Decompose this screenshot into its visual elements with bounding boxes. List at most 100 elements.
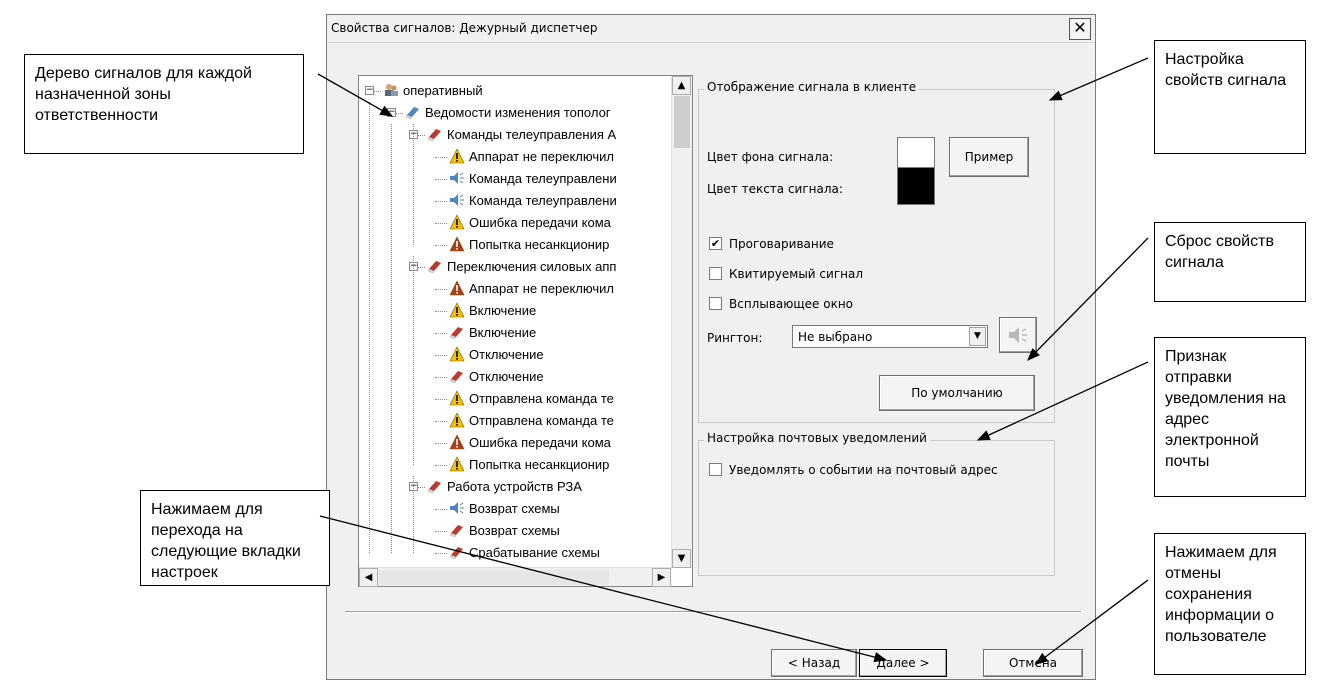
- ringtone-select[interactable]: Не выбрано ▼: [792, 325, 988, 348]
- tree-guide-line: [413, 256, 414, 465]
- display-settings-legend: Отображение сигнала в клиенте: [704, 80, 920, 94]
- chevron-down-icon[interactable]: ▼: [969, 327, 986, 346]
- popup-checkbox[interactable]: [709, 297, 722, 310]
- ack-checkbox[interactable]: [709, 267, 722, 280]
- text-color-label: Цвет текста сигнала:: [707, 182, 843, 196]
- tree-connector: [435, 289, 447, 290]
- collapse-icon[interactable]: −: [365, 86, 374, 95]
- eraser-icon: [405, 107, 419, 120]
- scroll-up-arrow-icon[interactable]: ▲: [672, 76, 691, 95]
- tree-guide-line: [413, 124, 414, 245]
- tree-item-label: Включение: [469, 303, 537, 318]
- tree-connector: [435, 245, 447, 246]
- bg-color-label: Цвет фона сигнала:: [707, 150, 834, 164]
- tree-item[interactable]: Включение: [449, 322, 536, 344]
- tree-connector: [435, 201, 447, 202]
- tree-item[interactable]: Отключение: [449, 366, 544, 388]
- tree-connector: [435, 157, 447, 158]
- tree-connector: [435, 465, 447, 466]
- warning-red-icon: [449, 434, 465, 450]
- tree-item[interactable]: Работа устройств РЗА: [427, 476, 582, 498]
- collapse-icon[interactable]: −: [387, 108, 396, 117]
- tree-item[interactable]: Включение: [449, 300, 536, 322]
- tree-item-label: оперативный: [403, 83, 483, 98]
- warning-yellow-icon: [449, 412, 465, 428]
- tree-connector: [435, 509, 447, 510]
- red-eraser-icon: [449, 547, 463, 560]
- tree-guide-line: [413, 476, 414, 553]
- speaker-icon: [450, 194, 464, 206]
- tree-connector: [435, 399, 447, 400]
- tree-item[interactable]: Ошибка передачи кома: [449, 432, 611, 454]
- callout-reset: Сброс свойств сигнала: [1154, 222, 1306, 302]
- tree-item[interactable]: Попытка несанкционир: [449, 454, 609, 476]
- ringtone-label: Рингтон:: [707, 331, 763, 345]
- tree-connector: [435, 377, 447, 378]
- speak-checkbox[interactable]: ✔: [709, 237, 722, 250]
- scroll-right-arrow-icon[interactable]: ▶: [652, 568, 671, 587]
- tree-connector: [435, 355, 447, 356]
- tree-connector: [435, 311, 447, 312]
- tree-item[interactable]: Попытка несанкционир: [449, 234, 609, 256]
- callout-mail: Признак отправки уведомления на адрес эл…: [1154, 337, 1306, 497]
- tree-connector: [435, 443, 447, 444]
- tree-item-label: Ошибка передачи кома: [469, 215, 611, 230]
- red-eraser-icon: [449, 371, 463, 384]
- tree-item[interactable]: Возврат схемы: [449, 498, 560, 520]
- red-eraser-icon: [427, 481, 441, 494]
- tree-item[interactable]: Ведомости изменения тополог: [405, 102, 611, 124]
- red-eraser-icon: [449, 327, 463, 340]
- tree-horizontal-scrollbar[interactable]: ◀ ▶: [359, 567, 671, 587]
- tree-item[interactable]: Ошибка передачи кома: [449, 212, 611, 234]
- scroll-thumb-horizontal[interactable]: [379, 570, 609, 585]
- notify-mail-checkbox[interactable]: [709, 463, 722, 476]
- tree-item-label: Ошибка передачи кома: [469, 435, 611, 450]
- tree-item-label: Команды телеуправления А: [447, 127, 617, 142]
- speak-label: Проговаривание: [729, 237, 834, 251]
- close-button[interactable]: ✕: [1069, 18, 1091, 40]
- tree-item[interactable]: Переключения силовых апп: [427, 256, 616, 278]
- tree-connector: [435, 421, 447, 422]
- tree-item[interactable]: Аппарат не переключил: [449, 278, 614, 300]
- tree-item[interactable]: Команды телеуправления А: [427, 124, 616, 146]
- tree-item[interactable]: Возврат схемы: [449, 520, 560, 542]
- tree-item[interactable]: Отключение: [449, 344, 544, 366]
- speaker-icon: [450, 502, 464, 514]
- speaker-icon: [1009, 327, 1027, 343]
- ringtone-value: Не выбрано: [798, 330, 873, 344]
- text-color-swatch[interactable]: [897, 167, 935, 205]
- red-eraser-icon: [427, 261, 441, 274]
- tree-item[interactable]: Отправлена команда те: [449, 388, 614, 410]
- tree-item[interactable]: Команда телеуправлени: [449, 190, 617, 212]
- mail-settings-group: [698, 440, 1055, 576]
- tree-item-label: Ведомости изменения тополог: [425, 105, 611, 120]
- play-ringtone-button[interactable]: [999, 317, 1037, 353]
- scroll-left-arrow-icon[interactable]: ◀: [359, 568, 378, 587]
- back-button[interactable]: < Назад: [771, 649, 857, 677]
- tree-connector: [435, 223, 447, 224]
- tree-item-label: Аппарат не переключил: [469, 281, 614, 296]
- default-button[interactable]: По умолчанию: [879, 375, 1035, 411]
- scroll-down-arrow-icon[interactable]: ▼: [672, 549, 691, 568]
- signal-tree[interactable]: оперативный − Ведомости изменения тополог −…: [358, 75, 693, 587]
- example-button[interactable]: Пример: [949, 137, 1029, 177]
- tree-connector: [435, 333, 447, 334]
- next-button[interactable]: Далее >: [859, 649, 947, 677]
- tree-item[interactable]: Срабатывание схемы: [449, 542, 600, 564]
- tree-connector: [435, 531, 447, 532]
- warning-yellow-icon: [449, 214, 465, 230]
- tree-item[interactable]: Команда телеуправлени: [449, 168, 617, 190]
- warning-yellow-icon: [449, 302, 465, 318]
- tree-item[interactable]: Отправлена команда те: [449, 410, 614, 432]
- tree-item[interactable]: оперативный: [383, 80, 483, 102]
- tree-item-label: Отключение: [469, 347, 544, 362]
- tree-item[interactable]: Аппарат не переключил: [449, 146, 614, 168]
- tree-item-label: Отправлена команда те: [469, 391, 614, 406]
- scroll-thumb[interactable]: [674, 96, 690, 148]
- tree-guide-line: [369, 102, 370, 553]
- cancel-button[interactable]: Отмена: [983, 649, 1083, 677]
- tree-item-label: Возврат схемы: [469, 501, 560, 516]
- tree-item-label: Аппарат не переключил: [469, 149, 614, 164]
- tree-vertical-scrollbar[interactable]: ▲ ▼: [671, 76, 692, 568]
- warning-red-icon: [449, 236, 465, 252]
